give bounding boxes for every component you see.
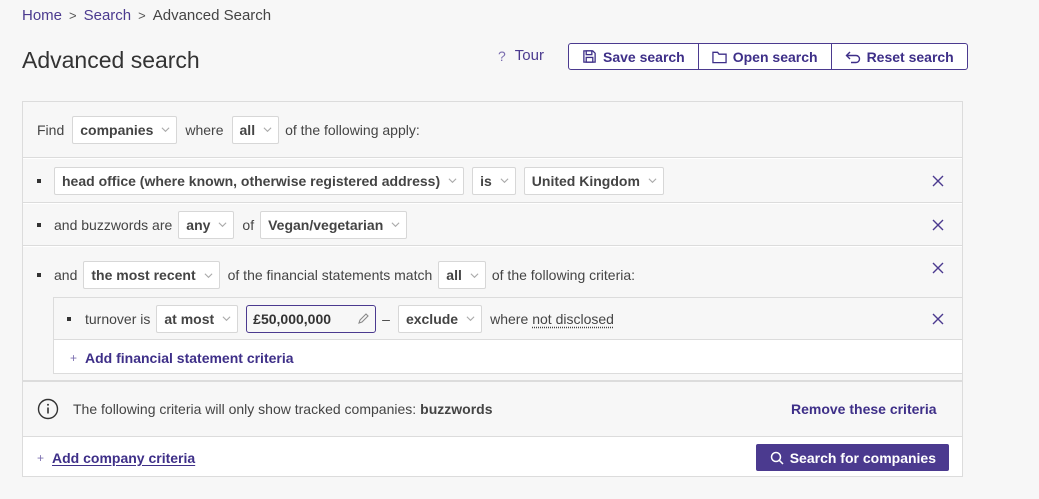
financial-quantifier-select[interactable]: all: [438, 261, 486, 289]
remove-tracked-criteria-link[interactable]: Remove these criteria: [791, 401, 937, 417]
chevron-down-icon: [161, 127, 170, 133]
breadcrumb-separator: >: [138, 8, 146, 23]
help-icon: ?: [498, 47, 506, 64]
location-operator-value: is: [480, 172, 492, 189]
financial-header: and the most recent of the financial sta…: [37, 247, 635, 303]
financial-subcriteria-panel: turnover is at most £50,000,000 – exclud…: [53, 297, 963, 374]
add-financial-criteria-link[interactable]: + Add financial statement criteria: [54, 341, 962, 374]
chevron-down-icon: [470, 272, 479, 278]
location-operator-select[interactable]: is: [472, 166, 516, 195]
tour-label: Tour: [514, 47, 544, 64]
not-disclosed-term[interactable]: not disclosed: [532, 311, 614, 327]
location-value-select[interactable]: United Kingdom: [523, 166, 664, 195]
search-for-companies-button[interactable]: Search for companies: [755, 444, 949, 471]
bullet: [67, 316, 71, 321]
match-quantifier-value: all: [239, 121, 256, 138]
floppy-disk-icon: [583, 50, 596, 63]
undisclosed-mode-select[interactable]: exclude: [397, 304, 483, 333]
notice-term: buzzwords: [420, 401, 493, 417]
entity-select[interactable]: companies: [72, 115, 178, 144]
chevron-down-icon: [466, 316, 475, 322]
entity-select-value: companies: [80, 121, 154, 138]
chevron-down-icon: [222, 316, 231, 322]
reset-search-button[interactable]: Reset search: [830, 44, 967, 69]
search-for-companies-label: Search for companies: [789, 449, 936, 466]
criterion-buzzwords: and buzzwords are any of Vegan/vegetaria…: [23, 204, 962, 246]
buzzwords-value-select[interactable]: Vegan/vegetarian: [260, 210, 408, 239]
breadcrumb-search-link[interactable]: Search: [84, 7, 132, 24]
financial-quantifier-value: all: [446, 267, 462, 283]
save-search-label: Save search: [603, 48, 685, 65]
turnover-value-input[interactable]: £50,000,000: [246, 304, 377, 333]
remove-criterion-icon[interactable]: [932, 262, 944, 274]
match-quantifier-select[interactable]: all: [231, 115, 280, 144]
reset-search-label: Reset search: [866, 48, 954, 65]
turnover-value: £50,000,000: [253, 310, 332, 327]
turnover-criterion: turnover is at most £50,000,000 – exclud…: [54, 298, 962, 340]
location-value: United Kingdom: [531, 172, 640, 189]
location-field-select[interactable]: head office (where known, otherwise regi…: [54, 166, 465, 195]
breadcrumb-separator: >: [69, 8, 77, 23]
page-title: Advanced search: [22, 47, 200, 73]
buzzwords-label: and buzzwords are: [54, 216, 173, 233]
undo-arrow-icon: [845, 51, 860, 63]
breadcrumb-home-link[interactable]: Home: [22, 7, 62, 24]
criterion-location: head office (where known, otherwise regi…: [23, 159, 962, 203]
pencil-icon: [358, 312, 369, 324]
chevron-down-icon: [391, 222, 400, 228]
breadcrumb: Home > Search > Advanced Search: [22, 7, 271, 24]
find-row: Find companies where all of the followin…: [23, 102, 962, 158]
criterion-financial: and the most recent of the financial sta…: [23, 247, 963, 381]
statement-period-value: the most recent: [91, 267, 196, 283]
notice-text: The following criteria will only show tr…: [73, 401, 417, 417]
buzzwords-quantifier-value: any: [186, 216, 211, 233]
find-label: Find: [37, 121, 65, 138]
chevron-down-icon: [263, 127, 272, 133]
financial-suffix: of the following criteria:: [491, 267, 636, 283]
plus-icon: +: [70, 350, 78, 365]
open-search-button[interactable]: Open search: [697, 44, 831, 69]
add-company-criteria-link[interactable]: Add company criteria: [52, 450, 195, 466]
search-icon: [770, 451, 784, 465]
remove-criterion-icon[interactable]: [932, 175, 944, 187]
where-label: where: [185, 121, 224, 138]
statement-period-select[interactable]: the most recent: [83, 261, 220, 289]
chevron-down-icon: [648, 178, 657, 184]
dash-separator: –: [382, 310, 390, 327]
plus-icon: +: [37, 450, 45, 465]
where-label: where: [490, 310, 529, 327]
remove-criterion-icon[interactable]: [932, 313, 944, 325]
panel-footer: + Add company criteria Search for compan…: [23, 438, 962, 477]
turnover-operator-value: at most: [164, 310, 215, 327]
turnover-label: turnover is: [85, 310, 151, 327]
chevron-down-icon: [218, 222, 227, 228]
turnover-operator-select[interactable]: at most: [156, 304, 239, 333]
undisclosed-mode-value: exclude: [405, 310, 459, 327]
add-financial-criteria-label: Add financial statement criteria: [85, 349, 294, 366]
info-icon: [37, 398, 59, 420]
location-field-value: head office (where known, otherwise regi…: [62, 172, 441, 189]
search-actions-group: Save search Open search Reset search: [568, 43, 968, 70]
buzzwords-value: Vegan/vegetarian: [268, 216, 384, 233]
of-label: of: [242, 216, 255, 233]
save-search-button[interactable]: Save search: [569, 44, 698, 69]
find-suffix: of the following apply:: [285, 121, 420, 138]
bullet: [37, 222, 41, 227]
chevron-down-icon: [204, 272, 213, 278]
bullet: [37, 273, 41, 277]
buzzwords-quantifier-select[interactable]: any: [178, 210, 235, 239]
breadcrumb-current: Advanced Search: [152, 7, 272, 24]
and-label: and: [54, 267, 78, 283]
bullet: [37, 178, 41, 183]
folder-icon: [712, 51, 727, 63]
financial-middle-label: of the financial statements match: [227, 267, 433, 283]
criteria-panel: Find companies where all of the followin…: [22, 101, 963, 477]
chevron-down-icon: [448, 178, 457, 184]
remove-criterion-icon[interactable]: [932, 219, 944, 231]
tracked-companies-notice: The following criteria will only show tr…: [23, 381, 962, 437]
tour-link[interactable]: ? Tour: [498, 47, 544, 64]
chevron-down-icon: [500, 178, 509, 184]
open-search-label: Open search: [732, 48, 818, 65]
